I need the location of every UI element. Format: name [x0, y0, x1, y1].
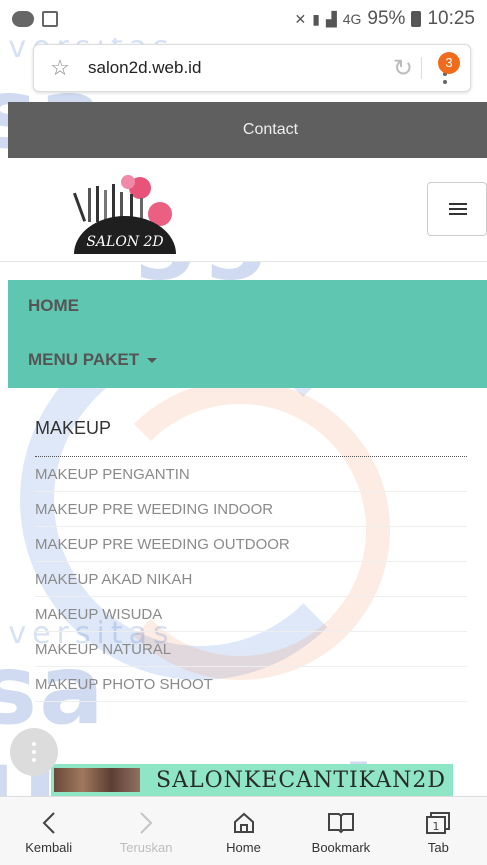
home-label: Home [226, 839, 261, 855]
submenu-item[interactable]: MAKEUP PHOTO SHOOT [35, 667, 467, 702]
submenu-item[interactable]: MAKEUP AKAD NIKAH [35, 562, 467, 597]
submenu-item[interactable]: MAKEUP PRE WEEDING INDOOR [35, 492, 467, 527]
home-icon [232, 808, 256, 838]
salon-banner[interactable]: SALONKECANTIKAN2D [51, 764, 453, 796]
tabs-label: Tab [427, 839, 449, 855]
salon-logo[interactable]: SALON 2D [70, 172, 180, 254]
sim-icon: ▮ [312, 10, 320, 27]
notification-badge: 3 [438, 52, 460, 74]
address-bar[interactable]: ☆ salon2d.web.id ↻ 3 [33, 44, 471, 92]
bookmark-label: Bookmark [311, 839, 371, 855]
banner-photo [54, 768, 140, 792]
divider [421, 57, 422, 79]
main-nav: HOME MENU PAKET [8, 280, 487, 388]
chevron-left-icon [42, 808, 56, 838]
network-type: 4G [342, 11, 362, 27]
tab-count: 1 [433, 820, 440, 833]
back-button[interactable]: Kembali [0, 797, 97, 865]
nav-menu-paket-label: MENU PAKET [28, 350, 140, 369]
tabs-icon: 1 [425, 808, 451, 838]
submenu-item[interactable]: MAKEUP PRE WEEDING OUTDOOR [35, 527, 467, 562]
banner-text: SALONKECANTIKAN2D [156, 767, 447, 793]
status-bar: ✕ ▮ ▟ 4G 95% 10:25 [0, 0, 487, 38]
image-icon [42, 11, 58, 27]
back-label: Kembali [25, 839, 73, 855]
url-text[interactable]: salon2d.web.id [88, 58, 201, 78]
book-icon [327, 808, 355, 838]
logo-text: SALON 2D [86, 234, 163, 250]
submenu-item[interactable]: MAKEUP NATURAL [35, 632, 467, 667]
submenu-item[interactable]: MAKEUP WISUDA [35, 597, 467, 632]
top-bar: Contact [8, 102, 487, 158]
chevron-right-icon [139, 808, 153, 838]
battery-icon [411, 11, 422, 27]
site-header: SALON 2D [0, 158, 487, 262]
hamburger-menu-button[interactable] [427, 182, 487, 236]
caret-down-icon [147, 358, 158, 364]
clock: 10:25 [427, 8, 475, 29]
submenu-item[interactable]: MAKEUP PENGANTIN [35, 457, 467, 492]
star-icon[interactable]: ☆ [40, 55, 80, 81]
bookmark-button[interactable]: Bookmark [292, 797, 389, 865]
submenu-heading: MAKEUP [35, 405, 467, 457]
browser-bottom-bar: Kembali Teruskan Home Bookmark 1 Tab [0, 796, 487, 865]
mute-icon: ✕ [294, 10, 307, 27]
floating-menu-button[interactable] [10, 728, 58, 776]
battery-percent: 95% [367, 8, 406, 29]
browser-menu-button[interactable]: 3 [432, 48, 460, 88]
nav-home-label: HOME [28, 296, 79, 315]
forward-label: Teruskan [119, 839, 173, 855]
reload-icon[interactable]: ↻ [393, 54, 413, 83]
line-icon [12, 11, 34, 27]
home-button[interactable]: Home [195, 797, 292, 865]
makeup-submenu: MAKEUP MAKEUP PENGANTIN MAKEUP PRE WEEDI… [35, 405, 467, 702]
signal-icon: ▟ [325, 10, 337, 27]
nav-home[interactable]: HOME [28, 296, 79, 316]
tabs-button[interactable]: 1 Tab [390, 797, 487, 865]
forward-button[interactable]: Teruskan [97, 797, 194, 865]
nav-menu-paket[interactable]: MENU PAKET [28, 350, 158, 370]
contact-link[interactable]: Contact [243, 121, 298, 139]
